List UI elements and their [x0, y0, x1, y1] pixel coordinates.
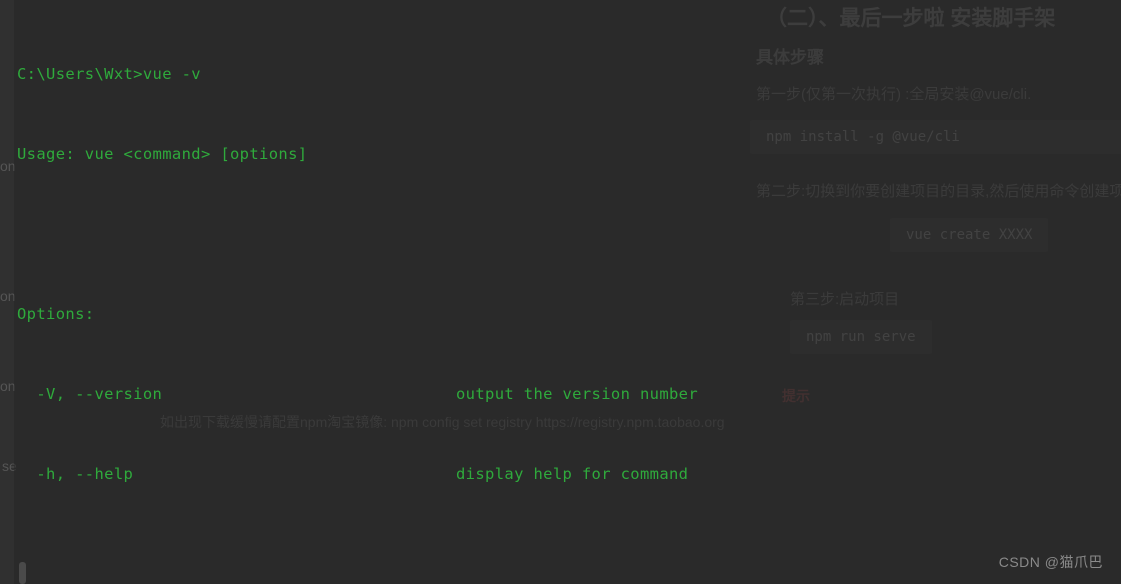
csdn-watermark: CSDN @猫爪巴: [998, 554, 1103, 570]
terminal-line-usage: Usage: vue <command> [options]: [17, 144, 1121, 164]
option-help-desc: display help for command: [456, 465, 689, 483]
terminal-line-option-help: -h, --help display help for command: [17, 464, 1121, 484]
command-prompt-window[interactable]: C:\Users\Wxt>vue -v Usage: vue <command>…: [14, 0, 1121, 584]
terminal-line-prompt-top: C:\Users\Wxt>vue -v: [17, 64, 1121, 84]
option-version-cmd: -V, --version: [17, 385, 163, 403]
terminal-line-option-version: -V, --version output the version number: [17, 384, 1121, 404]
options-header-text: Options:: [17, 305, 95, 323]
usage-text: Usage: vue <command> [options]: [17, 145, 308, 163]
terminal-line-blank-2: [17, 544, 1121, 564]
option-help-cmd: -h, --help: [17, 465, 134, 483]
terminal-line-options-header: Options:: [17, 304, 1121, 324]
terminal-screen[interactable]: C:\Users\Wxt>vue -v Usage: vue <command>…: [14, 0, 1121, 584]
scrollbar-thumb[interactable]: [19, 562, 26, 584]
option-version-desc: output the version number: [456, 385, 699, 403]
prompt-text-top: C:\Users\Wxt>vue -v: [17, 65, 201, 83]
terminal-line-blank-1: [17, 224, 1121, 244]
